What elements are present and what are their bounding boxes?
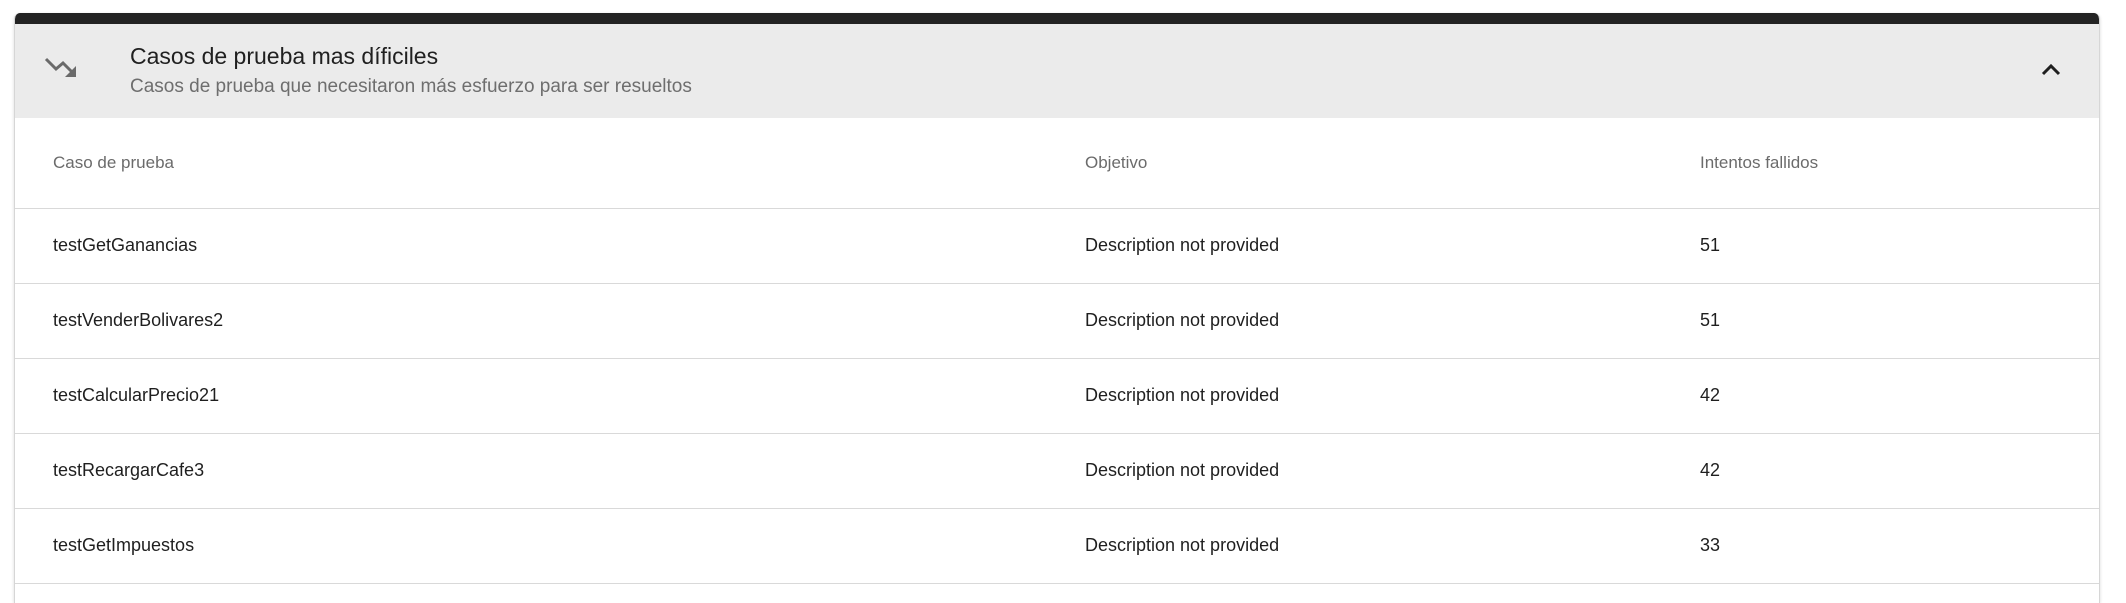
failed-attempts: 33 [1700, 535, 1721, 555]
column-header-objective[interactable]: Objetivo [1085, 118, 1700, 208]
test-case-name: testGetImpuestos [53, 535, 195, 555]
column-header-failed-attempts[interactable]: Intentos fallidos [1700, 118, 2099, 208]
table-row[interactable]: testVenderBolivares2 Description not pro… [15, 283, 2099, 358]
trending-down-icon [43, 54, 79, 82]
panel-header[interactable]: Casos de prueba mas díficiles Casos de p… [15, 24, 2099, 118]
test-case-name: testGetGanancias [53, 235, 198, 255]
table-row[interactable]: testCalcularPrecio21 Description not pro… [15, 358, 2099, 433]
panel-top-bar [15, 13, 2099, 24]
test-case-objective: Description not provided [1085, 310, 1280, 330]
test-case-objective: Description not provided [1085, 535, 1280, 555]
hardest-tests-panel: Casos de prueba mas díficiles Casos de p… [14, 13, 2100, 603]
failed-attempts: 42 [1700, 460, 1721, 480]
test-case-objective: Description not provided [1085, 385, 1280, 405]
panel-subtitle: Casos de prueba que necesitaron más esfu… [130, 76, 692, 97]
table-header-row: Caso de prueba Objetivo Intentos fallido… [15, 118, 2099, 208]
chevron-up-icon [2039, 58, 2063, 87]
table-row[interactable]: testGetImpuestos Description not provide… [15, 508, 2099, 583]
table-row[interactable]: testGetGanancias Description not provide… [15, 208, 2099, 283]
failed-attempts: 51 [1700, 310, 1721, 330]
panel-title: Casos de prueba mas díficiles [130, 43, 439, 69]
collapse-button[interactable] [2033, 54, 2069, 90]
test-case-objective: Description not provided [1085, 235, 1280, 255]
test-case-name: testCalcularPrecio21 [53, 385, 220, 405]
test-case-name: testRecargarCafe3 [53, 460, 205, 480]
column-header-test-case[interactable]: Caso de prueba [15, 118, 1085, 208]
failed-attempts: 42 [1700, 385, 1721, 405]
failed-attempts: 51 [1700, 235, 1721, 255]
hardest-tests-table: Caso de prueba Objetivo Intentos fallido… [15, 118, 2099, 584]
test-case-name: testVenderBolivares2 [53, 310, 224, 330]
header-text: Casos de prueba mas díficiles Casos de p… [130, 40, 692, 101]
table-row[interactable]: testRecargarCafe3 Description not provid… [15, 433, 2099, 508]
test-case-objective: Description not provided [1085, 460, 1280, 480]
